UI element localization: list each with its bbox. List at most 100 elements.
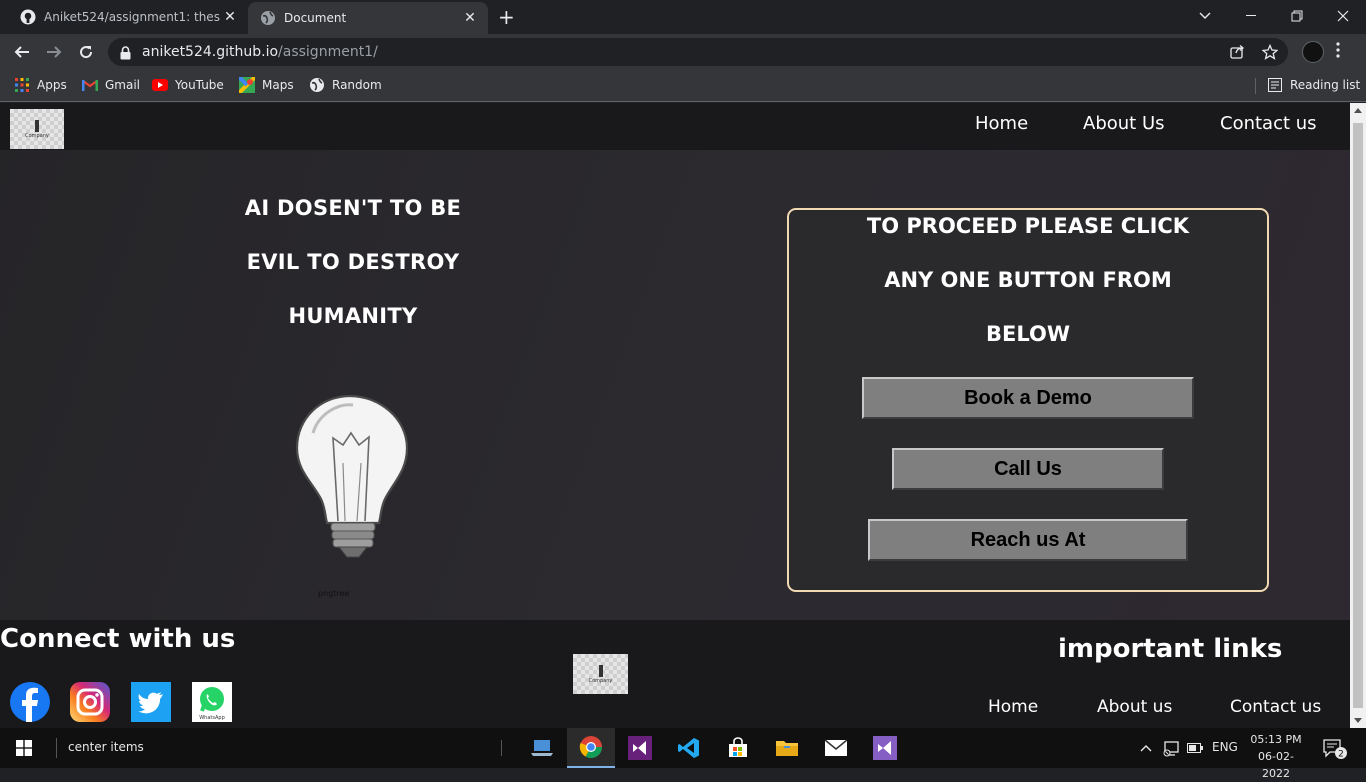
youtube-icon — [152, 77, 168, 93]
notification-center-icon[interactable]: 2 — [1322, 738, 1348, 763]
facebook-icon[interactable] — [10, 682, 50, 722]
bookmark-label: Random — [332, 78, 382, 92]
network-icon[interactable] — [1162, 739, 1180, 760]
bookmark-label: Gmail — [105, 78, 141, 92]
site-navbar: Company Home About Us Contact us — [0, 103, 1350, 150]
back-icon[interactable] — [10, 40, 34, 64]
nav-contact-link[interactable]: Contact us — [1220, 113, 1317, 134]
bookmark-star-icon[interactable] — [1261, 43, 1279, 64]
profile-avatar[interactable] — [1302, 41, 1324, 63]
reach-us-button[interactable]: Reach us At — [868, 519, 1188, 561]
new-tab-button[interactable]: + — [498, 5, 515, 29]
twitter-icon[interactable] — [131, 682, 171, 722]
close-tab-icon[interactable]: ✕ — [460, 10, 480, 26]
headline-line: HUMANITY — [288, 304, 418, 328]
bookmark-label: Maps — [262, 78, 294, 92]
reading-list-icon — [1267, 77, 1283, 93]
language-indicator[interactable]: ENG — [1212, 740, 1238, 754]
bookmark-random[interactable]: Random — [309, 77, 382, 93]
battery-icon[interactable] — [1187, 742, 1203, 756]
web-page: Company Home About Us Contact us AI DOSE… — [0, 103, 1350, 728]
close-window-icon[interactable] — [1320, 0, 1366, 32]
cta-line: ANY ONE BUTTON FROM — [884, 268, 1172, 292]
footer-about-link[interactable]: About us — [1097, 697, 1172, 717]
connect-title: Connect with us — [0, 624, 236, 654]
store-app-icon[interactable] — [714, 728, 762, 768]
browser-toolbar: aniket524.github.io/assignment1/ — [0, 34, 1366, 70]
github-icon — [20, 9, 36, 25]
instagram-icon[interactable] — [70, 682, 110, 722]
visual-studio-preview-app-icon[interactable] — [861, 728, 909, 768]
hero-headline: AI DOSEN'T TO BE EVIL TO DESTROY HUMANIT… — [180, 181, 526, 343]
headline-line: EVIL TO DESTROY — [246, 250, 460, 274]
scroll-up-icon[interactable] — [1354, 108, 1362, 113]
mail-app-icon[interactable] — [812, 728, 860, 768]
page-scrollbar[interactable] — [1350, 103, 1366, 728]
tray-chevron-icon[interactable] — [1140, 741, 1152, 755]
scroll-down-icon[interactable] — [1354, 718, 1362, 723]
footer-logo[interactable]: Company — [573, 654, 628, 694]
footer-home-link[interactable]: Home — [988, 697, 1038, 717]
minimize-icon[interactable] — [1228, 0, 1274, 32]
forward-icon[interactable] — [42, 40, 66, 64]
apps-grid-icon — [14, 77, 30, 93]
cta-card: TO PROCEED PLEASE CLICK ANY ONE BUTTON F… — [787, 208, 1269, 592]
reload-icon[interactable] — [74, 40, 98, 64]
book-demo-button[interactable]: Book a Demo — [862, 377, 1194, 419]
lightbulb-image — [283, 393, 423, 567]
tab-title: Document — [284, 11, 347, 25]
browser-tab-strip: Aniket524/assignment1: these is ✕ Docume… — [0, 0, 1366, 34]
taskbar-search-text[interactable]: center items — [68, 740, 144, 754]
taskbar-divider — [501, 740, 502, 756]
bookmarks-divider — [1255, 78, 1256, 94]
tab-title: Aniket524/assignment1: these is — [44, 10, 220, 24]
footer-contact-link[interactable]: Contact us — [1230, 697, 1321, 717]
important-links-title: important links — [1058, 634, 1283, 664]
file-explorer-app-icon[interactable] — [763, 728, 811, 768]
bookmark-youtube[interactable]: YouTube — [152, 77, 224, 93]
taskbar-divider — [56, 738, 57, 758]
address-bar[interactable]: aniket524.github.io/assignment1/ — [108, 38, 1288, 66]
tab-search-chevron-icon[interactable] — [1182, 0, 1228, 32]
clock-date: 06-02-2022 — [1258, 750, 1294, 780]
nav-about-link[interactable]: About Us — [1083, 113, 1165, 134]
bookmark-gmail[interactable]: Gmail — [82, 77, 140, 93]
laptop-app-icon[interactable] — [518, 728, 566, 768]
chrome-app-icon[interactable] — [567, 728, 615, 768]
bookmark-label: Apps — [37, 78, 67, 92]
windows-taskbar: center items ENG 05:13 PM 06-02-2022 2 — [0, 728, 1366, 780]
tab-document[interactable]: Document ✕ — [248, 2, 488, 34]
restore-icon[interactable] — [1274, 0, 1320, 32]
maps-icon — [239, 77, 255, 93]
visual-studio-app-icon[interactable] — [616, 728, 664, 768]
notification-count: 2 — [1338, 750, 1344, 760]
reading-list-button[interactable]: Reading list — [1267, 77, 1360, 93]
whatsapp-label: WhatsApp — [199, 715, 225, 721]
company-logo[interactable]: Company — [10, 109, 64, 149]
bookmark-apps[interactable]: Apps — [14, 77, 67, 93]
bookmark-label: YouTube — [175, 78, 224, 92]
clock-time: 05:13 PM — [1250, 733, 1302, 746]
bookmarks-bar: Apps Gmail YouTube Maps Random Reading l… — [0, 70, 1366, 102]
system-clock[interactable]: 05:13 PM 06-02-2022 — [1245, 731, 1307, 782]
nav-home-link[interactable]: Home — [975, 113, 1028, 134]
close-tab-icon[interactable]: ✕ — [220, 9, 240, 25]
call-us-button[interactable]: Call Us — [892, 448, 1164, 490]
cta-line: BELOW — [986, 322, 1070, 346]
cta-line: TO PROCEED PLEASE CLICK — [866, 214, 1190, 238]
cta-instructions: TO PROCEED PLEASE CLICK ANY ONE BUTTON F… — [789, 199, 1267, 361]
reading-list-label: Reading list — [1290, 78, 1361, 92]
share-icon[interactable] — [1230, 44, 1245, 63]
windows-start-icon[interactable] — [0, 728, 48, 768]
tab-github[interactable]: Aniket524/assignment1: these is ✕ — [8, 2, 248, 32]
whatsapp-icon[interactable]: WhatsApp — [192, 682, 232, 722]
vscode-app-icon[interactable] — [665, 728, 713, 768]
image-credit: pngtree — [318, 589, 350, 598]
site-footer: Connect with us WhatsApp Company importa… — [0, 620, 1350, 728]
headline-line: AI DOSEN'T TO BE — [244, 196, 462, 220]
menu-kebab-icon[interactable] — [1336, 42, 1340, 62]
lock-icon — [120, 45, 131, 64]
scrollbar-thumb[interactable] — [1353, 123, 1363, 708]
bookmark-maps[interactable]: Maps — [239, 77, 294, 93]
globe-icon — [309, 77, 325, 93]
